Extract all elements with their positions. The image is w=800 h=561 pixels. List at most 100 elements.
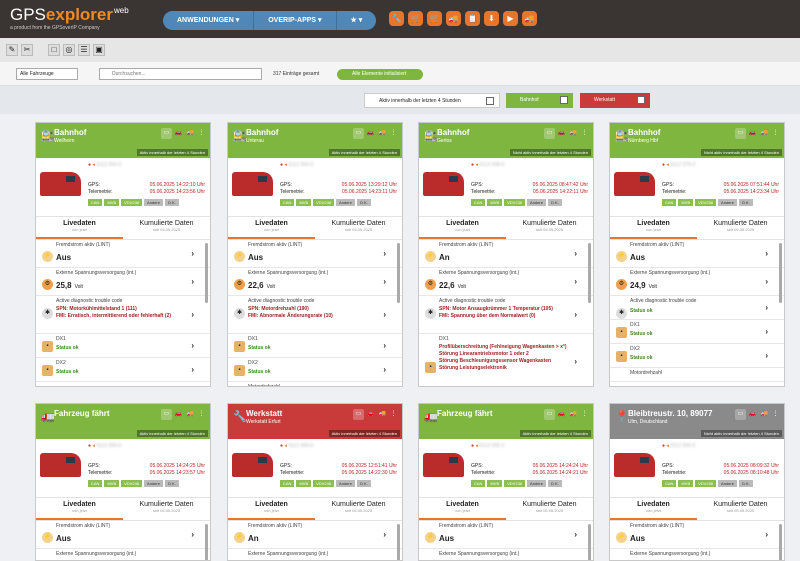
tab-kumulierte-daten[interactable]: Kumulierte Daten seit 05.05.2025: [315, 217, 402, 239]
car-icon[interactable]: 🚗: [173, 409, 184, 420]
scrollbar[interactable]: [588, 243, 591, 303]
row-dx1[interactable]: ▪ DX1 Profilüberschreitung (Fehlneigung Wa…: [419, 334, 593, 386]
row-voltage[interactable]: Externe Spannungsversorgung (int.): [36, 549, 210, 560]
protocol-chip[interactable]: CAN: [471, 199, 486, 206]
protocol-chip[interactable]: D.K.: [738, 480, 753, 487]
protocol-chip[interactable]: MVB: [296, 480, 312, 487]
card-icon[interactable]: ▭: [544, 409, 555, 420]
search-input[interactable]: Durchsuchen...: [99, 68, 262, 80]
row-brake[interactable]: ⚡ Fremdstrom aktiv (LINT) Aus ›: [610, 240, 784, 268]
card-icon[interactable]: ▭: [735, 128, 746, 139]
car-icon[interactable]: 🚗: [173, 128, 184, 139]
more-icon[interactable]: ⋮: [579, 409, 590, 420]
card-icon[interactable]: ▭: [353, 409, 364, 420]
row-dx2[interactable]: ▪ DX2 Status ok ›: [610, 344, 784, 368]
truck-icon[interactable]: 🚚: [759, 409, 770, 420]
protocol-chip[interactable]: D.K.: [164, 480, 179, 487]
card-icon[interactable]: ▭: [161, 128, 172, 139]
card-icon[interactable]: ▭: [544, 128, 555, 139]
protocol-chip[interactable]: VDV238: [695, 199, 717, 206]
more-icon[interactable]: ⋮: [388, 409, 399, 420]
protocol-chip[interactable]: Andere: [718, 480, 737, 487]
scrollbar[interactable]: [205, 524, 208, 560]
protocol-chip[interactable]: CAN: [280, 480, 295, 487]
nav-favorites[interactable]: ★ ▾: [337, 11, 377, 30]
protocol-chip[interactable]: VDV238: [504, 199, 526, 206]
scrollbar[interactable]: [779, 243, 782, 303]
row-brake[interactable]: ⚡ Fremdstrom aktiv (LINT) Aus ›: [228, 240, 402, 268]
card-icon[interactable]: ▭: [735, 409, 746, 420]
tool-icon[interactable]: ✂: [21, 44, 33, 56]
protocol-chip[interactable]: D.K.: [547, 199, 562, 206]
tool-icon[interactable]: ◎: [63, 44, 75, 56]
row-motor[interactable]: Motordrehzahl: [228, 382, 402, 386]
row-brake[interactable]: ⚡ Fremdstrom aktiv (LINT) Aus ›: [610, 521, 784, 549]
protocol-chip[interactable]: D.K.: [356, 480, 371, 487]
row-voltage[interactable]: ⚙ Externe Spannungsversorgung (int.) 24,9 V…: [610, 268, 784, 296]
protocol-chip[interactable]: Andere: [336, 480, 355, 487]
more-icon[interactable]: ⋮: [196, 128, 207, 139]
row-voltage[interactable]: ⚙ Externe Spannungsversorgung (int.) 25,8 V…: [36, 268, 210, 296]
car-icon[interactable]: 🚗: [747, 409, 758, 420]
truck-icon[interactable]: 🚚: [759, 128, 770, 139]
tab-livedaten[interactable]: Livedaten von jetzt: [610, 498, 697, 520]
tool-icon[interactable]: □: [48, 44, 60, 56]
car-icon[interactable]: 🚗: [556, 128, 567, 139]
nav-overip-apps[interactable]: OVERIP-APPS ▾: [254, 11, 337, 30]
truck-icon[interactable]: 🚚: [377, 409, 388, 420]
protocol-chip[interactable]: VDV238: [121, 480, 143, 487]
tab-kumulierte-daten[interactable]: Kumulierte Daten seit 05.05.2025: [506, 498, 593, 520]
protocol-chip[interactable]: VDV238: [313, 480, 335, 487]
tab-livedaten[interactable]: Livedaten von jetzt: [419, 217, 506, 239]
vehicle-card[interactable]: 🚉 Bahnhof Nürnberg Hbf ▭ 🚗 🚚 ⋮ Nicht aktiv inne…: [609, 122, 785, 387]
row-brake[interactable]: ⚡ Fremdstrom aktiv (LINT) Aus ›: [36, 521, 210, 549]
protocol-chip[interactable]: Andere: [336, 199, 355, 206]
vehicle-card[interactable]: 🚛 Fahrzeug fährt ▭ 🚗 🚚 ⋮ Aktiv innerhalb der l…: [418, 403, 594, 561]
scrollbar[interactable]: [397, 243, 400, 303]
tab-livedaten[interactable]: Livedaten von jetzt: [36, 217, 123, 239]
tab-livedaten[interactable]: Livedaten von jetzt: [228, 498, 315, 520]
werkstatt-toggle[interactable]: Werkstatt: [580, 93, 650, 108]
vehicle-card[interactable]: 🚉 Bahnhof Unterau ▭ 🚗 🚚 ⋮ Aktiv innerhalb der l…: [227, 122, 403, 387]
checkbox[interactable]: [486, 97, 494, 105]
tab-kumulierte-daten[interactable]: Kumulierte Daten seit 05.05.2025: [697, 498, 784, 520]
protocol-chip[interactable]: CAN: [88, 480, 103, 487]
car-icon[interactable]: 🚗: [365, 409, 376, 420]
more-icon[interactable]: ⋮: [770, 128, 781, 139]
play-icon[interactable]: ▶: [503, 11, 518, 26]
protocol-chip[interactable]: MVB: [487, 480, 503, 487]
row-dtc[interactable]: ✱ Active diagnostic trouble code SPN: Moto…: [228, 296, 402, 334]
card-icon[interactable]: ▭: [161, 409, 172, 420]
protocol-chip[interactable]: D.K.: [164, 199, 179, 206]
protocol-chip[interactable]: Andere: [527, 480, 546, 487]
vehicle-card[interactable]: 🚉 Bahnhof Gerlos ▭ 🚗 🚚 ⋮ Nicht aktiv innerhalb …: [418, 122, 594, 387]
row-brake[interactable]: ⚡ Fremdstrom aktiv (LINT) Aus ›: [419, 521, 593, 549]
protocol-chip[interactable]: D.K.: [547, 480, 562, 487]
truck-icon[interactable]: 🚚: [377, 128, 388, 139]
tab-kumulierte-daten[interactable]: Kumulierte Daten seit 05.05.2025: [697, 217, 784, 239]
protocol-chip[interactable]: D.K.: [356, 199, 371, 206]
protocol-chip[interactable]: VDV238: [121, 199, 143, 206]
tab-kumulierte-daten[interactable]: Kumulierte Daten seit 05.05.2025: [506, 217, 593, 239]
tab-livedaten[interactable]: Livedaten von jetzt: [610, 217, 697, 239]
protocol-chip[interactable]: MVB: [678, 480, 694, 487]
truck-icon[interactable]: 🚚: [568, 409, 579, 420]
protocol-chip[interactable]: CAN: [662, 480, 677, 487]
car-icon[interactable]: 🚗: [556, 409, 567, 420]
download-icon[interactable]: ⬇: [484, 11, 499, 26]
car-icon[interactable]: 🚗: [747, 128, 758, 139]
protocol-chip[interactable]: CAN: [280, 199, 295, 206]
row-dx1[interactable]: ▪ DX1 Status ok ›: [228, 334, 402, 358]
more-icon[interactable]: ⋮: [579, 128, 590, 139]
more-icon[interactable]: ⋮: [196, 409, 207, 420]
scrollbar[interactable]: [397, 524, 400, 560]
protocol-chip[interactable]: MVB: [487, 199, 503, 206]
row-dx2[interactable]: ▪ DX2 Status ok ›: [36, 358, 210, 382]
tab-livedaten[interactable]: Livedaten von jetzt: [228, 217, 315, 239]
active-toggle[interactable]: Aktiv innerhalb der letzten 4 Stunden: [364, 93, 500, 108]
vehicle-card[interactable]: 📍 Bleibtreustr. 10, 89077 Ulm, Deutschland…: [609, 403, 785, 561]
protocol-chip[interactable]: CAN: [662, 199, 677, 206]
row-voltage[interactable]: Externe Spannungsversorgung (int.): [610, 549, 784, 560]
protocol-chip[interactable]: CAN: [88, 199, 103, 206]
tool-icon[interactable]: ✎: [6, 44, 18, 56]
